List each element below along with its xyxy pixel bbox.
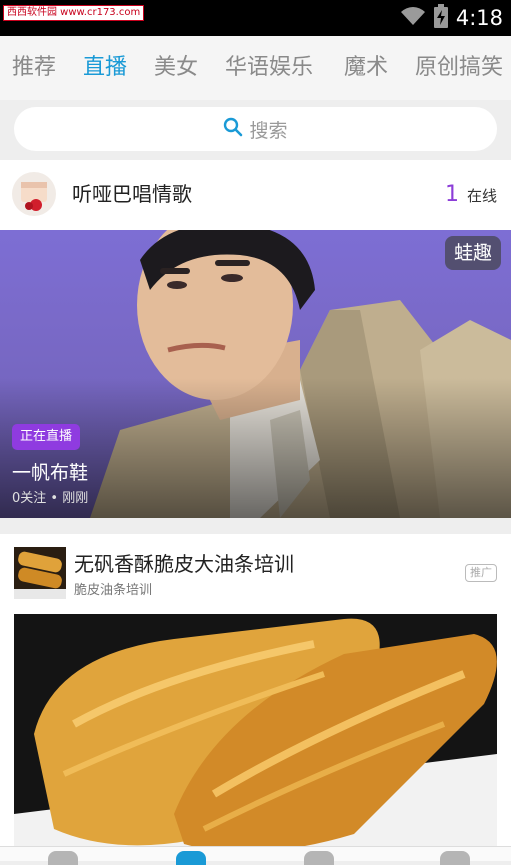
avatar[interactable] [12,172,56,216]
clock: 4:18 [455,6,503,30]
live-cover-image[interactable]: 蛙趣 正在直播 一帆布鞋 0关注 • 刚刚 [0,230,511,518]
bottom-nav [0,846,511,865]
profile-icon[interactable] [440,851,470,865]
ad-thumbnail[interactable] [14,547,66,599]
people-icon[interactable] [304,851,334,865]
tab-magic[interactable]: 魔术 [344,36,388,100]
online-count: 1 [444,182,459,207]
live-status-badge: 正在直播 [12,424,81,450]
ad-card[interactable]: 无矾香酥脆皮大油条培训 脆皮油条培训 推广 [0,534,511,860]
live-stream-card[interactable]: 听哑巴唱情歌 1 在线 蛙趣 正在直播 一帆布鞋 0关注 • 刚刚 [0,160,511,518]
host-name[interactable]: 听哑巴唱情歌 [72,160,192,230]
ad-subtitle: 脆皮油条培训 [74,583,153,598]
watermark: 西西软件园 www.cr173.com [3,5,145,21]
live-meta: 0关注 • 刚刚 [12,491,89,506]
status-bar: 西西软件园 www.cr173.com 4:18 [0,0,511,36]
tab-beauty[interactable]: 美女 [154,36,198,100]
fried-dough-illustration [14,614,497,860]
host-row: 听哑巴唱情歌 1 在线 [0,160,511,230]
tab-original-comedy[interactable]: 原创搞笑 [415,36,503,100]
tab-chinese-entertainment[interactable]: 华语娱乐 [225,36,313,100]
tab-recommend[interactable]: 推荐 [12,36,56,100]
home-icon[interactable] [176,851,206,865]
ad-image[interactable] [14,614,497,860]
online-indicator: 1 在线 [445,160,497,230]
live-title: 一帆布鞋 [12,462,89,484]
wifi-icon [400,6,426,30]
source-badge: 蛙趣 [444,236,501,270]
tab-live[interactable]: 直播 [83,36,127,100]
ad-tag: 推广 [465,564,497,582]
search-input[interactable]: 搜索 [14,107,497,151]
category-tabs: 推荐 直播 美女 华语娱乐 魔术 原创搞笑 [0,36,511,100]
online-label: 在线 [466,187,497,205]
search-icon [223,117,243,141]
search-placeholder: 搜索 [249,119,288,142]
ad-title[interactable]: 无矾香酥脆皮大油条培训 [74,548,294,577]
battery-charging-icon [433,4,448,32]
search-bar-container: 搜索 [0,100,511,158]
heart-icon[interactable] [48,851,78,865]
